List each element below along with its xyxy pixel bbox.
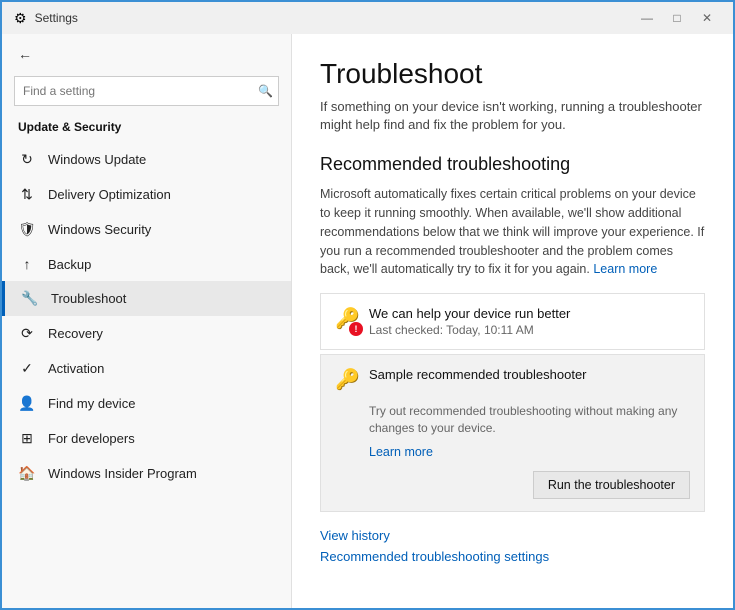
card-2-title: Sample recommended troubleshooter [369,367,690,382]
search-box: 🔍 [14,76,279,106]
sidebar-item-label: Windows Update [48,152,146,167]
card-2-text: Sample recommended troubleshooter [369,367,690,384]
back-button[interactable]: ← [18,46,32,62]
sidebar-item-label: For developers [48,431,135,446]
run-troubleshooter-button[interactable]: Run the troubleshooter [533,471,690,499]
windows-insider-icon: 🏠 [18,465,36,482]
sidebar-item-backup[interactable]: ↑ Backup [2,247,291,281]
card-1-subtitle: Last checked: Today, 10:11 AM [369,323,690,337]
card-1-icon-wrap: 🔑 ! [335,306,359,334]
sidebar-item-troubleshoot[interactable]: 🔧 Troubleshoot [2,281,291,316]
section-description: Microsoft automatically fixes certain cr… [320,185,705,279]
sidebar-item-delivery-optimization[interactable]: ⇅ Delivery Optimization [2,177,291,212]
card-2-icon-wrap: 🔑 [335,367,359,395]
section-learn-more-link[interactable]: Learn more [593,262,657,276]
sidebar-item-windows-update[interactable]: ↻ Windows Update [2,142,291,177]
card-2-learn-more-link[interactable]: Learn more [369,445,433,459]
troubleshooter-card-2: 🔑 Sample recommended troubleshooter Try … [320,354,705,512]
find-my-device-icon: 👤 [18,395,36,412]
title-bar-left: ⚙ Settings [14,10,78,27]
main-panel: Troubleshoot If something on your device… [292,34,733,608]
page-title: Troubleshoot [320,58,705,90]
card-2-description: Try out recommended troubleshooting with… [369,403,690,437]
recovery-icon: ⟳ [18,325,36,342]
windows-security-icon: 🛡 [18,221,36,238]
card-2-body: Try out recommended troubleshooting with… [335,403,690,461]
settings-logo-icon: ⚙ [14,10,27,27]
sidebar-item-label: Find my device [48,396,135,411]
sidebar-section-title: Update & Security [2,116,291,142]
card-1-top: 🔑 ! We can help your device run better L… [335,306,690,337]
title-bar-title: Settings [35,11,78,25]
close-button[interactable]: ✕ [693,8,721,28]
card-1-warning-icon: ! [349,322,363,336]
search-icon: 🔍 [258,84,273,98]
card-1-title: We can help your device run better [369,306,690,321]
card-2-actions: Run the troubleshooter [335,471,690,499]
section-title: Recommended troubleshooting [320,154,705,175]
sidebar: ← 🔍 Update & Security ↻ Windows Update ⇅… [2,34,292,608]
sidebar-item-label: Windows Insider Program [48,466,197,481]
sidebar-item-for-developers[interactable]: ⊞ For developers [2,421,291,456]
title-bar-controls: — □ ✕ [633,8,721,28]
wrench-icon-2: 🔑 [335,369,360,391]
sidebar-item-label: Delivery Optimization [48,187,171,202]
sidebar-back: ← [2,38,291,70]
sidebar-item-activation[interactable]: ✓ Activation [2,351,291,386]
page-description: If something on your device isn't workin… [320,98,705,134]
sidebar-item-find-my-device[interactable]: 👤 Find my device [2,386,291,421]
card-2-top: 🔑 Sample recommended troubleshooter [335,367,690,395]
recommended-settings-link[interactable]: Recommended troubleshooting settings [320,549,705,564]
card-1-text: We can help your device run better Last … [369,306,690,337]
delivery-optimization-icon: ⇅ [18,186,36,203]
maximize-button[interactable]: □ [663,8,691,28]
sidebar-item-label: Troubleshoot [51,291,126,306]
activation-icon: ✓ [18,360,36,377]
backup-icon: ↑ [18,256,36,272]
content-area: ← 🔍 Update & Security ↻ Windows Update ⇅… [2,34,733,608]
sidebar-item-label: Activation [48,361,104,376]
troubleshooter-card-1: 🔑 ! We can help your device run better L… [320,293,705,350]
minimize-button[interactable]: — [633,8,661,28]
search-input[interactable] [14,76,279,106]
troubleshoot-icon: 🔧 [21,290,39,307]
title-bar: ⚙ Settings — □ ✕ [2,2,733,34]
sidebar-item-recovery[interactable]: ⟳ Recovery [2,316,291,351]
sidebar-item-windows-insider[interactable]: 🏠 Windows Insider Program [2,456,291,491]
view-history-link[interactable]: View history [320,528,705,543]
sidebar-item-label: Backup [48,257,91,272]
for-developers-icon: ⊞ [18,430,36,447]
sidebar-item-label: Windows Security [48,222,151,237]
sidebar-item-windows-security[interactable]: 🛡 Windows Security [2,212,291,247]
windows-update-icon: ↻ [18,151,36,168]
settings-window: ⚙ Settings — □ ✕ ← 🔍 Update & Security ↻… [2,2,733,608]
sidebar-item-label: Recovery [48,326,103,341]
